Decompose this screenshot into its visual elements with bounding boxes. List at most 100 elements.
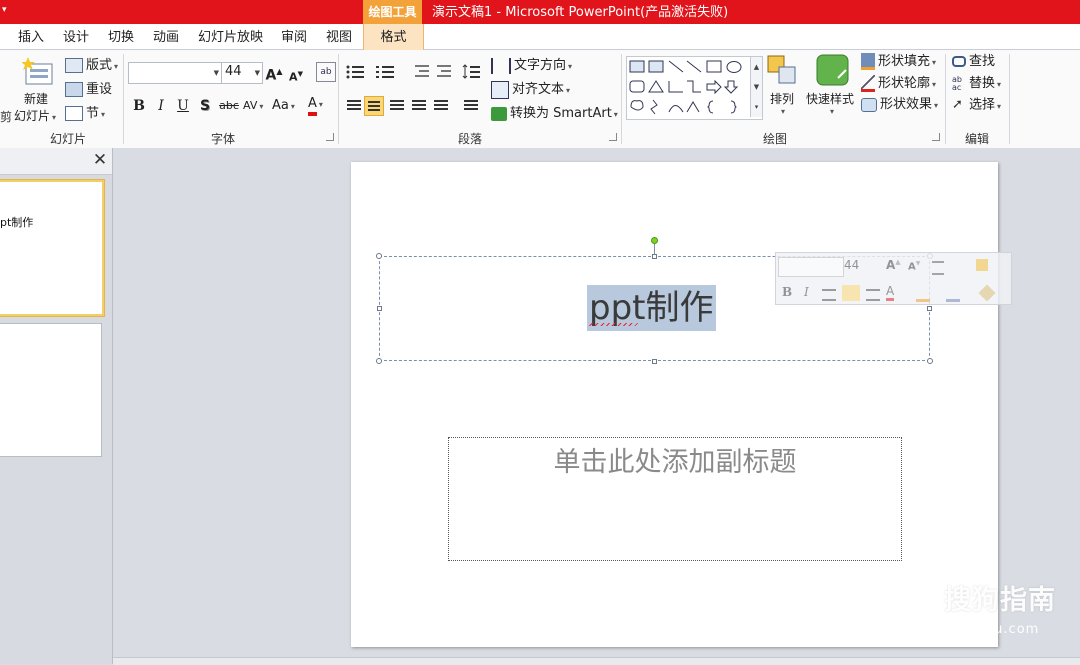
mini-format-painter-icon[interactable] bbox=[978, 284, 996, 302]
select-button[interactable]: ➚ 选择 ▾ bbox=[952, 95, 1001, 115]
mini-align-center-icon[interactable] bbox=[842, 285, 860, 301]
columns-button[interactable] bbox=[461, 96, 481, 116]
quick-access-dropdown-icon[interactable]: ▾ bbox=[2, 4, 12, 16]
align-left-button[interactable] bbox=[344, 96, 364, 116]
resize-handle-bottom-right[interactable] bbox=[927, 358, 933, 364]
align-text-button[interactable]: 对齐文本 ▾ bbox=[491, 80, 570, 100]
resize-handle-top-left[interactable] bbox=[376, 253, 382, 259]
resize-handle-top[interactable] bbox=[652, 254, 657, 259]
replace-button[interactable]: ab ac 替换 ▾ bbox=[952, 74, 1001, 94]
tab-slideshow[interactable]: 幻灯片放映 bbox=[198, 24, 263, 49]
resize-handle-left[interactable] bbox=[377, 306, 382, 311]
align-text-icon bbox=[491, 80, 509, 99]
font-dialog-launcher-icon[interactable] bbox=[326, 133, 334, 141]
mini-italic-icon[interactable]: I bbox=[804, 285, 809, 299]
mini-font-size-value[interactable]: 44 bbox=[844, 258, 859, 272]
arrange-button[interactable]: 排列 ▾ bbox=[766, 54, 800, 118]
find-button[interactable]: 查找 bbox=[952, 52, 995, 72]
mini-font-input[interactable] bbox=[778, 257, 844, 277]
close-icon[interactable]: ✕ bbox=[92, 152, 108, 169]
section-label: 节 bbox=[86, 106, 100, 121]
watermark-text: 搜狗指南 bbox=[944, 585, 1056, 616]
numbering-icon[interactable] bbox=[376, 66, 394, 78]
tab-insert[interactable]: 插入 bbox=[18, 24, 44, 49]
shadow-button[interactable]: S bbox=[196, 96, 214, 116]
shrink-font-button[interactable]: A▼ bbox=[287, 64, 305, 84]
text-direction-button[interactable]: 文字方向 ▾ bbox=[491, 56, 572, 76]
font-size-input[interactable]: 44 ▼ bbox=[221, 62, 263, 84]
align-center-button[interactable] bbox=[364, 96, 384, 116]
mini-align-left-icon[interactable] bbox=[822, 289, 836, 301]
justify-button[interactable] bbox=[409, 96, 429, 116]
replace-icon: ab ac bbox=[952, 74, 962, 92]
bold-button[interactable]: B bbox=[130, 96, 148, 116]
new-slide-button[interactable]: 新建 幻灯片 ▾ bbox=[14, 56, 62, 126]
select-label: 选择 bbox=[969, 97, 996, 113]
change-case-button[interactable]: Aa ▾ bbox=[272, 96, 295, 116]
thumbnail-title-text: pt制作 bbox=[0, 216, 34, 229]
resize-handle-bottom[interactable] bbox=[652, 359, 657, 364]
find-label: 查找 bbox=[969, 54, 996, 69]
grow-font-button[interactable]: A▲ bbox=[265, 62, 283, 84]
section-button[interactable]: 节 ▾ bbox=[65, 104, 105, 124]
layout-button[interactable]: 版式 ▾ bbox=[65, 56, 118, 76]
tab-review[interactable]: 审阅 bbox=[281, 24, 307, 49]
list-buttons[interactable] bbox=[344, 62, 494, 82]
distribute-button[interactable] bbox=[431, 96, 451, 116]
file-tab-stub[interactable] bbox=[0, 24, 8, 49]
align-right-button[interactable] bbox=[387, 96, 407, 116]
slide-thumbnail-2[interactable] bbox=[0, 323, 102, 457]
drawing-dialog-launcher-icon[interactable] bbox=[932, 133, 940, 141]
mini-outline-icon[interactable] bbox=[946, 287, 960, 302]
slide-thumbnail-1[interactable] bbox=[0, 180, 104, 316]
bullets-icon[interactable] bbox=[346, 65, 365, 79]
gallery-scroll-icon[interactable]: ▲ ▼ ▾ bbox=[750, 57, 762, 117]
rotation-handle[interactable] bbox=[651, 237, 658, 244]
mini-shape-icon[interactable] bbox=[976, 259, 988, 271]
mini-fill-icon[interactable] bbox=[916, 287, 930, 302]
resize-handle-bottom-left[interactable] bbox=[376, 358, 382, 364]
group-divider bbox=[123, 54, 124, 144]
shapes-gallery[interactable]: ▲ ▼ ▾ bbox=[626, 56, 763, 120]
increase-indent-icon[interactable] bbox=[437, 65, 451, 77]
clear-format-icon[interactable]: ab bbox=[316, 62, 336, 82]
decrease-indent-icon[interactable] bbox=[415, 65, 429, 77]
slide-canvas[interactable] bbox=[351, 162, 998, 647]
smartart-icon bbox=[491, 106, 507, 121]
tab-design[interactable]: 设计 bbox=[63, 24, 89, 49]
shape-outline-button[interactable]: 形状轮廓 ▾ bbox=[861, 74, 936, 94]
tab-transitions[interactable]: 切换 bbox=[108, 24, 134, 49]
shape-fill-button[interactable]: 形状填充 ▾ bbox=[861, 52, 936, 72]
subtitle-placeholder-text[interactable]: 单击此处添加副标题 bbox=[448, 440, 902, 479]
mini-shrink-font-icon[interactable]: A▼ bbox=[908, 260, 920, 272]
mini-justify-icon[interactable] bbox=[866, 289, 880, 301]
char-spacing-button[interactable]: AV ▾ bbox=[243, 96, 263, 116]
paragraph-dialog-launcher-icon[interactable] bbox=[609, 133, 617, 141]
tab-animations[interactable]: 动画 bbox=[153, 24, 179, 49]
underline-button[interactable]: U bbox=[174, 96, 192, 116]
reset-button[interactable]: 重设 bbox=[65, 80, 112, 100]
replace-label: 替换 bbox=[969, 76, 996, 91]
tab-format[interactable]: 格式 bbox=[363, 24, 424, 50]
line-spacing-icon[interactable] bbox=[462, 64, 480, 79]
mini-indent-icon[interactable] bbox=[932, 261, 944, 275]
group-label-editing: 编辑 bbox=[964, 132, 989, 146]
tab-view[interactable]: 视图 bbox=[326, 24, 352, 49]
pencil-icon bbox=[861, 75, 875, 92]
shape-effects-button[interactable]: 形状效果 ▾ bbox=[861, 95, 938, 115]
group-label-drawing: 绘图 bbox=[762, 132, 787, 146]
quick-styles-button[interactable]: 快速样式 ▾ bbox=[806, 54, 860, 118]
mini-bold-icon[interactable]: B bbox=[782, 285, 792, 299]
italic-button[interactable]: I bbox=[152, 96, 170, 116]
convert-smartart-button[interactable]: 转换为 SmartArt ▾ bbox=[491, 104, 618, 124]
font-family-input[interactable]: ▼ bbox=[128, 62, 222, 84]
strikethrough-button[interactable]: abc bbox=[218, 96, 240, 116]
mini-toolbar[interactable]: 44 A▲ A▼ B I A bbox=[775, 252, 1012, 305]
cut-label[interactable]: 剪 bbox=[0, 108, 12, 125]
char-spacing-label: AV bbox=[243, 99, 258, 112]
font-color-button[interactable]: A ▾ bbox=[308, 94, 323, 116]
resize-handle-right[interactable] bbox=[927, 306, 932, 311]
mini-grow-font-icon[interactable]: A▲ bbox=[886, 258, 901, 272]
drawing-tools-context-label: 绘图工具 bbox=[363, 0, 422, 24]
mini-font-color-icon[interactable]: A bbox=[886, 285, 895, 301]
